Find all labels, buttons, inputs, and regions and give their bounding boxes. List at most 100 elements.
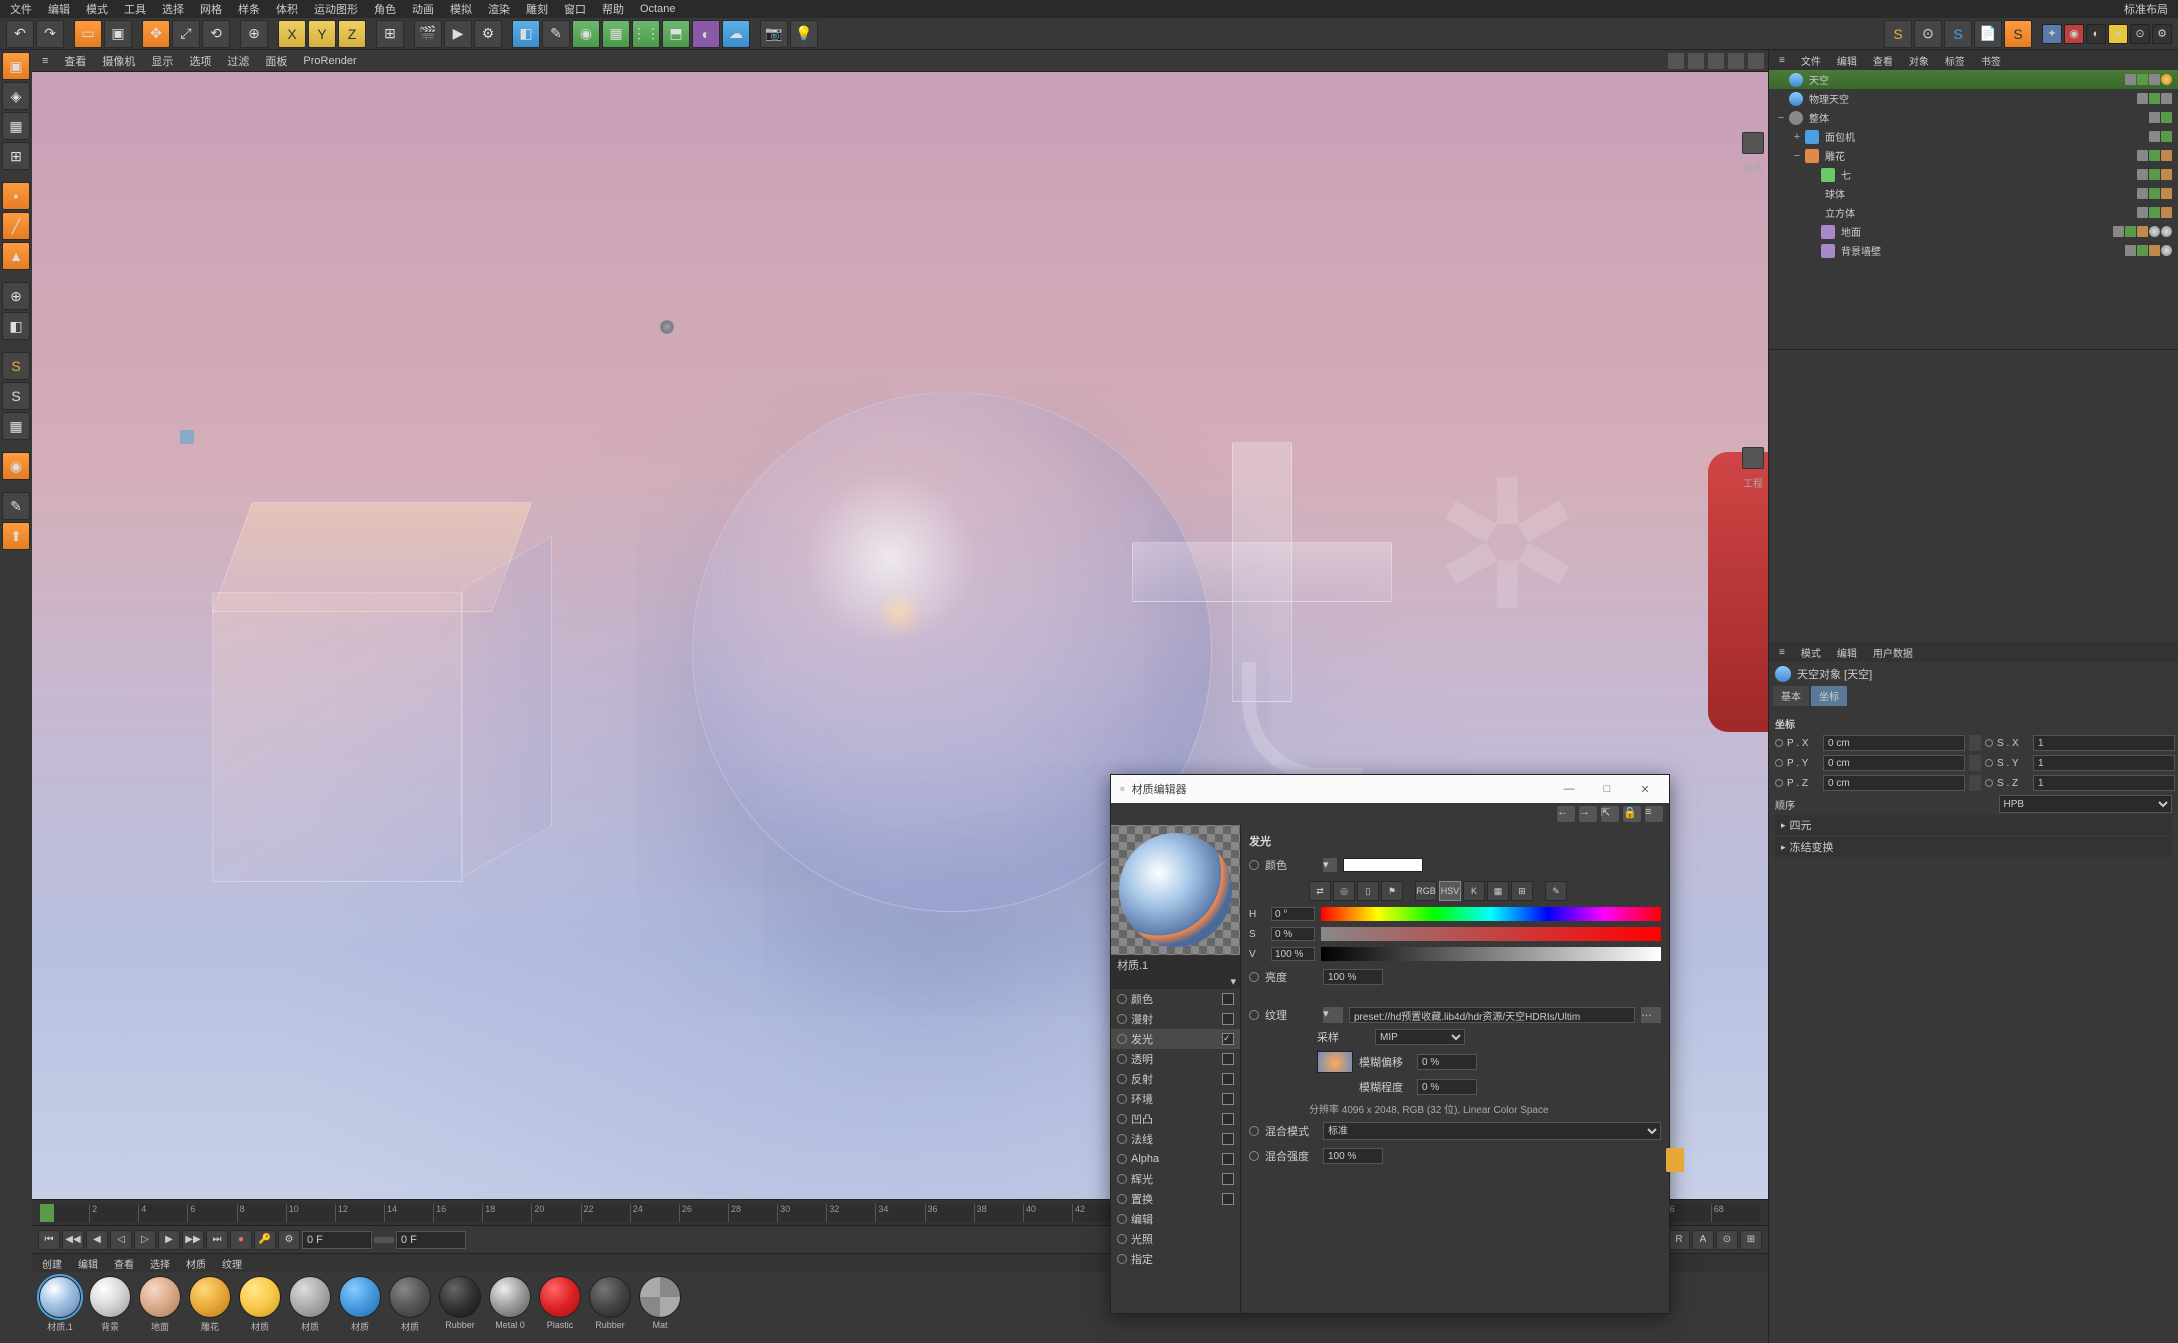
tl-next-key[interactable]: ▶▶ bbox=[182, 1230, 204, 1250]
expand-icon[interactable]: + bbox=[1791, 131, 1803, 143]
array-menu[interactable]: ⋮⋮ bbox=[632, 20, 660, 48]
rect-select-tool[interactable]: ▣ bbox=[104, 20, 132, 48]
tag-tag-icon[interactable] bbox=[2161, 188, 2172, 199]
poly-mode[interactable]: ▲ bbox=[2, 242, 30, 270]
snap-settings[interactable]: S bbox=[2, 382, 30, 410]
color-swatch[interactable] bbox=[1343, 858, 1423, 872]
axis-mode[interactable]: ⊕ bbox=[2, 282, 30, 310]
light-menu[interactable]: 💡 bbox=[790, 20, 818, 48]
tag-mat-icon[interactable] bbox=[2161, 245, 2172, 256]
material-item[interactable]: 雕花 bbox=[186, 1276, 234, 1339]
channel-checkbox[interactable] bbox=[1222, 1153, 1234, 1165]
tree-row[interactable]: 立方体 bbox=[1769, 203, 2178, 222]
generator-menu[interactable]: ◉ bbox=[572, 20, 600, 48]
recent-tool[interactable]: ⊕ bbox=[240, 20, 268, 48]
sat-slider[interactable] bbox=[1321, 927, 1661, 941]
nav-up[interactable]: ⇱ bbox=[1601, 806, 1619, 822]
coord-system[interactable]: ⊞ bbox=[376, 20, 404, 48]
nav-back[interactable]: ← bbox=[1557, 806, 1575, 822]
tag-vis-icon[interactable] bbox=[2137, 207, 2148, 218]
tl-goto-start[interactable]: ⏮ bbox=[38, 1230, 60, 1250]
channel-凹凸[interactable]: 凹凸 bbox=[1111, 1109, 1240, 1129]
z-axis-lock[interactable]: Z bbox=[338, 20, 366, 48]
expand-icon[interactable] bbox=[1807, 226, 1819, 238]
channel-光照[interactable]: 光照 bbox=[1111, 1229, 1240, 1249]
picker-grid-button[interactable]: ▦ bbox=[1487, 881, 1509, 901]
vp-nav-3[interactable] bbox=[1708, 53, 1724, 69]
coord-anim-dot[interactable] bbox=[1985, 739, 1993, 747]
channel-指定[interactable]: 指定 bbox=[1111, 1249, 1240, 1269]
channel-反射[interactable]: 反射 bbox=[1111, 1069, 1240, 1089]
expand-icon[interactable] bbox=[1807, 245, 1819, 257]
vp-side-project[interactable] bbox=[1742, 447, 1764, 469]
render-view[interactable]: 🎬 bbox=[414, 20, 442, 48]
soft-select[interactable]: ◉ bbox=[2, 452, 30, 480]
expand-icon[interactable] bbox=[1775, 93, 1787, 105]
tag-chk-icon[interactable] bbox=[2137, 74, 2148, 85]
model-mode[interactable]: ▣ bbox=[2, 52, 30, 80]
expand-icon[interactable]: − bbox=[1791, 150, 1803, 162]
coord-anim-dot[interactable] bbox=[1775, 759, 1783, 767]
object-mode[interactable]: ◈ bbox=[2, 82, 30, 110]
channel-透明[interactable]: 透明 bbox=[1111, 1049, 1240, 1069]
tag-tag-icon[interactable] bbox=[2137, 226, 2148, 237]
channel-checkbox[interactable] bbox=[1222, 1173, 1234, 1185]
material-item[interactable]: Metal 0 bbox=[486, 1276, 534, 1339]
coord-input[interactable] bbox=[1823, 755, 1965, 771]
toggle-2[interactable]: ◉ bbox=[2064, 24, 2084, 44]
tag-chk-icon[interactable] bbox=[2149, 188, 2160, 199]
x-axis-lock[interactable]: X bbox=[278, 20, 306, 48]
picker-swap-icon[interactable]: ⇄ bbox=[1309, 881, 1331, 901]
channel-anim-dot[interactable] bbox=[1117, 1114, 1127, 1124]
val-slider[interactable] bbox=[1321, 947, 1661, 961]
channel-anim-dot[interactable] bbox=[1117, 1034, 1127, 1044]
channel-辉光[interactable]: 辉光 bbox=[1111, 1169, 1240, 1189]
hue-slider[interactable] bbox=[1321, 907, 1661, 921]
menu-item[interactable]: 动画 bbox=[406, 1, 440, 17]
channel-anim-dot[interactable] bbox=[1117, 1214, 1127, 1224]
material-name-field[interactable]: 材质.1 bbox=[1111, 955, 1240, 975]
plugin-s3[interactable]: S bbox=[2004, 20, 2032, 48]
tag-vis-icon[interactable] bbox=[2149, 74, 2160, 85]
collapse-freeze[interactable]: ▸冻结变换 bbox=[1775, 837, 2172, 857]
edge-mode[interactable]: ╱ bbox=[2, 212, 30, 240]
spinner-icon[interactable] bbox=[1969, 755, 1981, 771]
undo-button[interactable]: ↶ bbox=[6, 20, 34, 48]
am-tab-burger[interactable]: ≡ bbox=[1773, 647, 1791, 658]
tag-tag-icon[interactable] bbox=[2161, 207, 2172, 218]
vp-nav-4[interactable] bbox=[1728, 53, 1744, 69]
blur-offset-field[interactable] bbox=[1417, 1054, 1477, 1070]
channel-漫射[interactable]: 漫射 bbox=[1111, 1009, 1240, 1029]
material-item[interactable]: Rubber bbox=[436, 1276, 484, 1339]
channel-anim-dot[interactable] bbox=[1117, 1254, 1127, 1264]
tree-row[interactable]: 背景墙壁 bbox=[1769, 241, 2178, 260]
texture-anim-dot[interactable] bbox=[1249, 1010, 1259, 1020]
plugin-s2[interactable]: S bbox=[1944, 20, 1972, 48]
menu-item[interactable]: 网格 bbox=[194, 1, 228, 17]
point-mode[interactable]: • bbox=[2, 182, 30, 210]
tag-vis-icon[interactable] bbox=[2125, 245, 2136, 256]
y-axis-lock[interactable]: Y bbox=[308, 20, 336, 48]
menu-item[interactable]: 体积 bbox=[270, 1, 304, 17]
vp-menu-options[interactable]: 选项 bbox=[183, 53, 217, 69]
camera-menu[interactable]: 📷 bbox=[760, 20, 788, 48]
tl-goto-end[interactable]: ⏭ bbox=[206, 1230, 228, 1250]
channel-anim-dot[interactable] bbox=[1117, 1074, 1127, 1084]
spinner-icon[interactable] bbox=[1969, 775, 1981, 791]
om-tab-tags[interactable]: 标签 bbox=[1939, 53, 1971, 68]
menu-item[interactable]: 渲染 bbox=[482, 1, 516, 17]
tl-autokey[interactable]: 🔑 bbox=[254, 1230, 276, 1250]
expand-icon[interactable] bbox=[1807, 207, 1819, 219]
tag-chk-icon[interactable] bbox=[2161, 131, 2172, 142]
plugin-s1[interactable]: S bbox=[1884, 20, 1912, 48]
am-tab-userdata[interactable]: 用户数据 bbox=[1867, 645, 1919, 660]
menu-item[interactable]: 选择 bbox=[156, 1, 190, 17]
tl-next-frame[interactable]: ▶ bbox=[158, 1230, 180, 1250]
vp-menu-display[interactable]: 显示 bbox=[145, 53, 179, 69]
tree-row[interactable]: 七 bbox=[1769, 165, 2178, 184]
texture-arrow-button[interactable]: ▾ bbox=[1323, 1007, 1343, 1023]
tl-opt-4[interactable]: A bbox=[1692, 1230, 1714, 1250]
tag-tag-icon[interactable] bbox=[2149, 245, 2160, 256]
tag-chk-icon[interactable] bbox=[2137, 245, 2148, 256]
mix-anim-dot[interactable] bbox=[1249, 1126, 1259, 1136]
